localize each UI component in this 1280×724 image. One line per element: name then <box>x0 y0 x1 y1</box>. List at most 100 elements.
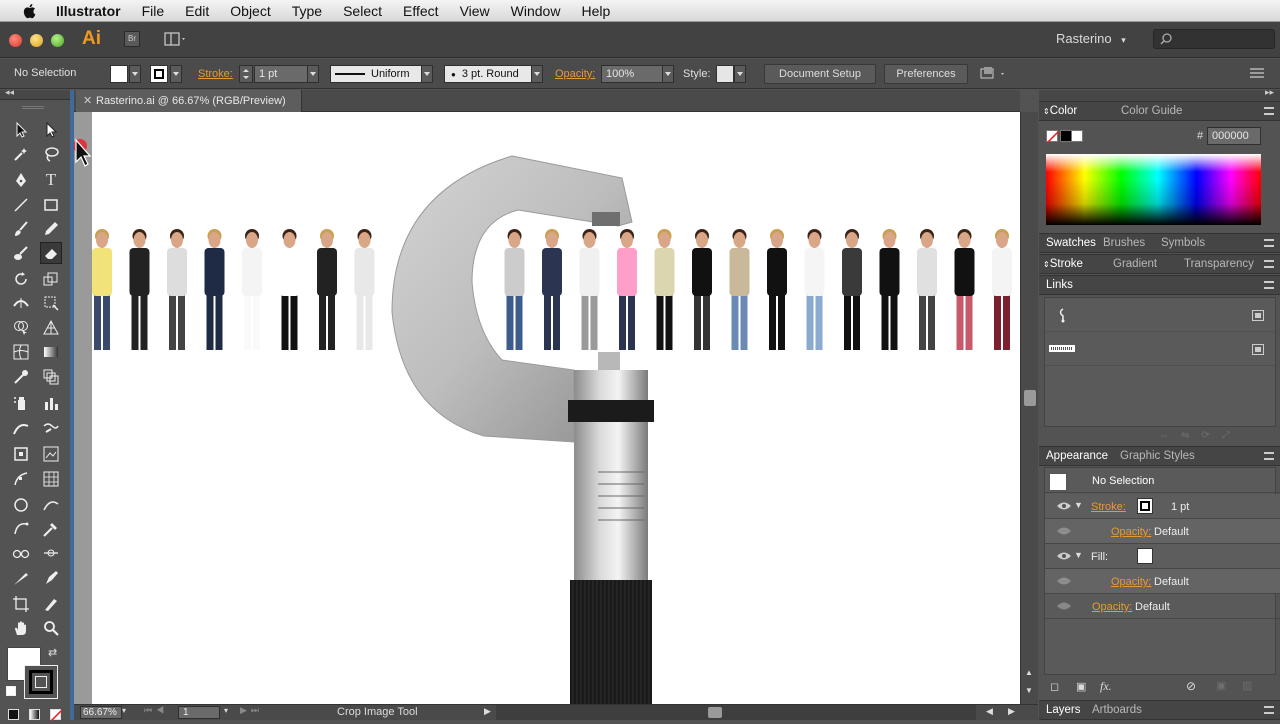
free-transform-tool[interactable] <box>40 292 62 314</box>
stroke-weight-field[interactable]: 1 pt <box>254 65 308 83</box>
scroll-left-arrow-icon[interactable]: ◀ <box>986 706 993 717</box>
artboard-tool[interactable] <box>10 593 32 615</box>
disclosure-triangle-icon[interactable]: ▼ <box>1074 550 1083 560</box>
artboard-next-nav-icon[interactable]: ▶⏭ <box>240 705 263 716</box>
slice-tool[interactable] <box>40 593 62 615</box>
menu-edit[interactable]: Edit <box>185 3 209 19</box>
delete-item-icon[interactable]: ▥ <box>1242 679 1252 692</box>
menu-app-name[interactable]: Illustrator <box>56 3 121 19</box>
scroll-down-arrow-icon[interactable]: ▼ <box>1025 686 1033 695</box>
control-bar-menu-button[interactable] <box>1250 68 1264 78</box>
tab-links[interactable]: Links <box>1046 279 1073 291</box>
horizontal-scroll-thumb[interactable] <box>708 707 722 718</box>
swatches-panel-menu-icon[interactable] <box>1264 239 1274 247</box>
mesh-tool[interactable] <box>10 341 32 363</box>
appearance-stroke-swatch[interactable] <box>1137 498 1153 514</box>
horizontal-scrollbar[interactable] <box>496 705 976 720</box>
symbol-sprayer-tool[interactable] <box>10 392 32 414</box>
add-effect-icon[interactable]: fx. <box>1100 679 1112 694</box>
line-segment-tool[interactable] <box>10 194 32 216</box>
disclosure-triangle-icon[interactable]: ▼ <box>1074 500 1083 510</box>
scroll-up-arrow-icon[interactable]: ▲ <box>1025 668 1033 677</box>
artboard-transform-tool[interactable] <box>10 443 32 465</box>
scroll-right-arrow-icon[interactable]: ▶ <box>1008 706 1015 717</box>
tab-swatches[interactable]: Swatches <box>1046 237 1096 249</box>
crop-image-tool[interactable] <box>40 468 62 490</box>
stroke-weight-dropdown[interactable] <box>307 65 319 83</box>
link-item[interactable] <box>1045 298 1275 332</box>
column-graph-tool[interactable] <box>40 392 62 414</box>
tab-symbols[interactable]: Symbols <box>1161 237 1205 249</box>
tools-grip[interactable] <box>22 106 44 109</box>
magic-wand-tool[interactable] <box>10 143 32 165</box>
artboard[interactable] <box>92 112 1020 704</box>
connector-tool[interactable] <box>40 542 62 564</box>
add-fill-icon[interactable]: ▣ <box>1076 680 1086 693</box>
zoom-dropdown-icon[interactable]: ▾ <box>122 706 126 715</box>
type-tool[interactable]: T <box>40 169 62 191</box>
help-search-input[interactable] <box>1153 29 1275 49</box>
link-item[interactable] <box>1045 332 1275 366</box>
stroke-label[interactable]: Stroke: <box>198 68 233 80</box>
appearance-fill-swatch[interactable] <box>1137 548 1153 564</box>
appearance-opacity-row[interactable]: Opacity: Default <box>1045 594 1280 619</box>
menu-file[interactable]: File <box>142 3 165 19</box>
duplicate-item-icon[interactable]: ▣ <box>1216 679 1226 692</box>
opacity-field[interactable]: 100% <box>601 65 663 83</box>
shape-builder-tool[interactable] <box>10 316 32 338</box>
artboard-number-field[interactable]: 1 <box>178 706 220 719</box>
tab-transparency[interactable]: Transparency <box>1184 258 1254 270</box>
document-setup-button[interactable]: Document Setup <box>764 64 876 84</box>
links-panel-menu-icon[interactable] <box>1264 281 1274 289</box>
links-panel-actions-icon[interactable]: ⇔⇋⟳⤢ <box>1159 430 1242 441</box>
blend-tool[interactable] <box>40 366 62 388</box>
pencil-tool[interactable] <box>40 218 62 240</box>
status-menu-arrow-icon[interactable]: ▶ <box>484 706 491 717</box>
menu-select[interactable]: Select <box>343 3 382 19</box>
width-tool[interactable] <box>10 292 32 314</box>
zoom-window-button[interactable] <box>51 34 64 47</box>
arrange-documents-button[interactable] <box>164 32 188 47</box>
minimize-window-button[interactable] <box>30 34 43 47</box>
close-tab-icon[interactable]: ✕ <box>83 90 92 112</box>
close-window-button[interactable] <box>9 34 22 47</box>
eye-icon[interactable] <box>1057 577 1071 585</box>
document-canvas[interactable] <box>74 112 1020 704</box>
artboard-dropdown-icon[interactable]: ▾ <box>224 706 228 715</box>
graphic-style-swatch[interactable] <box>716 65 734 83</box>
menu-help[interactable]: Help <box>581 3 610 19</box>
variable-width-profile[interactable]: Uniform <box>330 65 422 83</box>
perspective-grid-tool[interactable] <box>40 316 62 338</box>
bridge-button[interactable]: Br <box>124 31 140 47</box>
swap-fill-stroke-icon[interactable]: ⇄ <box>48 646 57 659</box>
fill-color-swatch[interactable] <box>110 65 128 83</box>
menu-type[interactable]: Type <box>292 3 322 19</box>
none-mode-button[interactable] <box>50 709 63 722</box>
layers-panel-menu-icon[interactable] <box>1264 706 1274 714</box>
selection-tool[interactable] <box>10 119 32 141</box>
appearance-stroke-label[interactable]: Stroke: <box>1091 501 1126 513</box>
appearance-stroke-row[interactable]: ▼ Stroke: 1 pt <box>1045 494 1280 519</box>
eye-icon[interactable] <box>1057 602 1071 610</box>
scroll-thumb[interactable] <box>1024 390 1036 406</box>
clear-appearance-icon[interactable]: ⊘ <box>1186 679 1196 693</box>
menu-object[interactable]: Object <box>230 3 270 19</box>
eye-icon[interactable] <box>1057 527 1071 535</box>
preferences-button[interactable]: Preferences <box>884 64 968 84</box>
white-swatch[interactable] <box>1071 130 1083 142</box>
stroke-weight-stepper[interactable] <box>239 65 253 83</box>
image-trace-tool[interactable] <box>40 443 62 465</box>
gradient-tool[interactable] <box>40 341 62 363</box>
tab-layers[interactable]: Layers <box>1046 704 1081 716</box>
graphic-style-dropdown[interactable] <box>734 65 746 83</box>
appearance-fill-row[interactable]: ▼ Fill: <box>1045 544 1280 569</box>
menu-window[interactable]: Window <box>511 3 561 19</box>
knife-tool[interactable] <box>10 567 32 589</box>
eye-icon[interactable] <box>1057 502 1071 510</box>
warp-tool[interactable] <box>40 418 62 440</box>
brush-dropdown[interactable] <box>531 65 543 83</box>
tab-graphic-styles[interactable]: Graphic Styles <box>1120 450 1195 462</box>
tab-artboards[interactable]: Artboards <box>1092 704 1142 716</box>
apple-icon[interactable] <box>20 3 38 19</box>
tab-color-guide[interactable]: Color Guide <box>1121 105 1182 117</box>
